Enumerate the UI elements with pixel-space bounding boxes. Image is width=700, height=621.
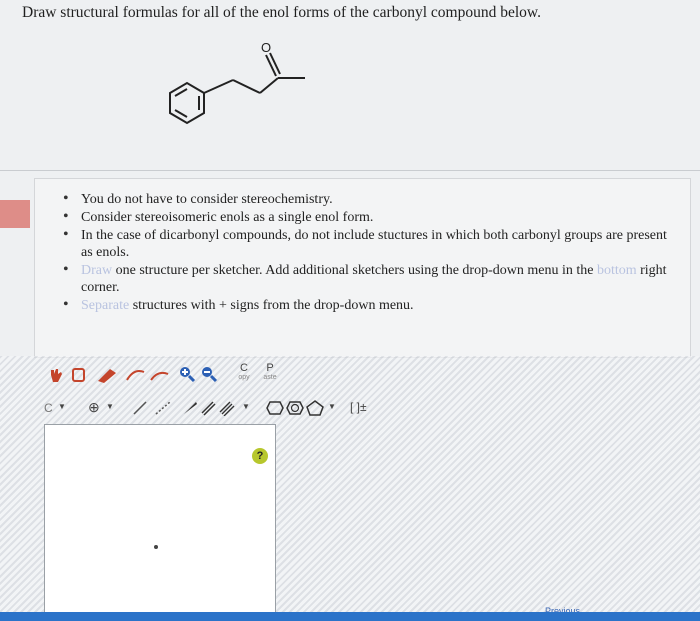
paste-button[interactable]: P aste — [260, 362, 280, 381]
question-text: Draw structural formulas for all of the … — [22, 4, 541, 21]
help-icon[interactable]: ? — [252, 448, 268, 464]
carbonyl-structure: O — [169, 40, 305, 125]
instruction-item: Consider stereoisomeric enols as a singl… — [63, 208, 673, 226]
chevron-down-icon[interactable]: ▼ — [242, 402, 250, 411]
cyclohexane-ring-icon[interactable] — [266, 400, 284, 416]
sketcher-canvas[interactable] — [44, 424, 276, 614]
cyclopentane-ring-icon[interactable] — [306, 400, 324, 416]
zoom-out-icon[interactable] — [200, 365, 218, 383]
lasso-icon[interactable] — [70, 366, 88, 384]
instruction-item: In the case of dicarbonyl compounds, do … — [63, 226, 673, 261]
instruction-item: Separate structures with + signs from th… — [63, 296, 673, 314]
bottom-bar — [0, 612, 700, 621]
side-tab[interactable] — [0, 200, 30, 228]
sketcher-toolbar-bottom: C ▼ ⊕ ▼ ▼ ▼ [ ]± — [40, 396, 460, 424]
arrow-tool-2-icon[interactable] — [148, 366, 172, 384]
single-bond-icon[interactable] — [132, 400, 148, 416]
hand-icon[interactable] — [48, 366, 64, 384]
canvas-dot — [154, 545, 158, 549]
triple-bond-icon[interactable] — [218, 400, 238, 416]
oxygen-label: O — [261, 40, 271, 55]
eraser-icon[interactable] — [96, 366, 120, 384]
instructions-panel: You do not have to consider stereochemis… — [34, 178, 691, 358]
wedge-bond-icon[interactable] — [182, 400, 198, 416]
carbon-atom-button[interactable]: C — [44, 401, 53, 415]
sketcher-toolbar-top: C opy P aste — [40, 362, 460, 392]
chevron-down-icon[interactable]: ▼ — [106, 402, 114, 411]
bracket-charge-button[interactable]: [ ]± — [350, 400, 367, 414]
copy-button[interactable]: C opy — [234, 362, 254, 381]
charge-button[interactable]: ⊕ — [88, 399, 100, 416]
benzene-ring-icon[interactable] — [286, 400, 304, 416]
instructions-list: You do not have to consider stereochemis… — [63, 190, 673, 315]
dashed-bond-icon[interactable] — [154, 400, 174, 416]
instruction-item: You do not have to consider stereochemis… — [63, 190, 673, 208]
divider — [0, 170, 700, 171]
arrow-tool-icon[interactable] — [124, 366, 148, 384]
zoom-in-icon[interactable] — [178, 365, 196, 383]
double-bond-icon[interactable] — [200, 400, 216, 416]
chevron-down-icon[interactable]: ▼ — [58, 402, 66, 411]
chevron-down-icon[interactable]: ▼ — [328, 402, 336, 411]
instruction-item: Draw one structure per sketcher. Add add… — [63, 261, 673, 296]
